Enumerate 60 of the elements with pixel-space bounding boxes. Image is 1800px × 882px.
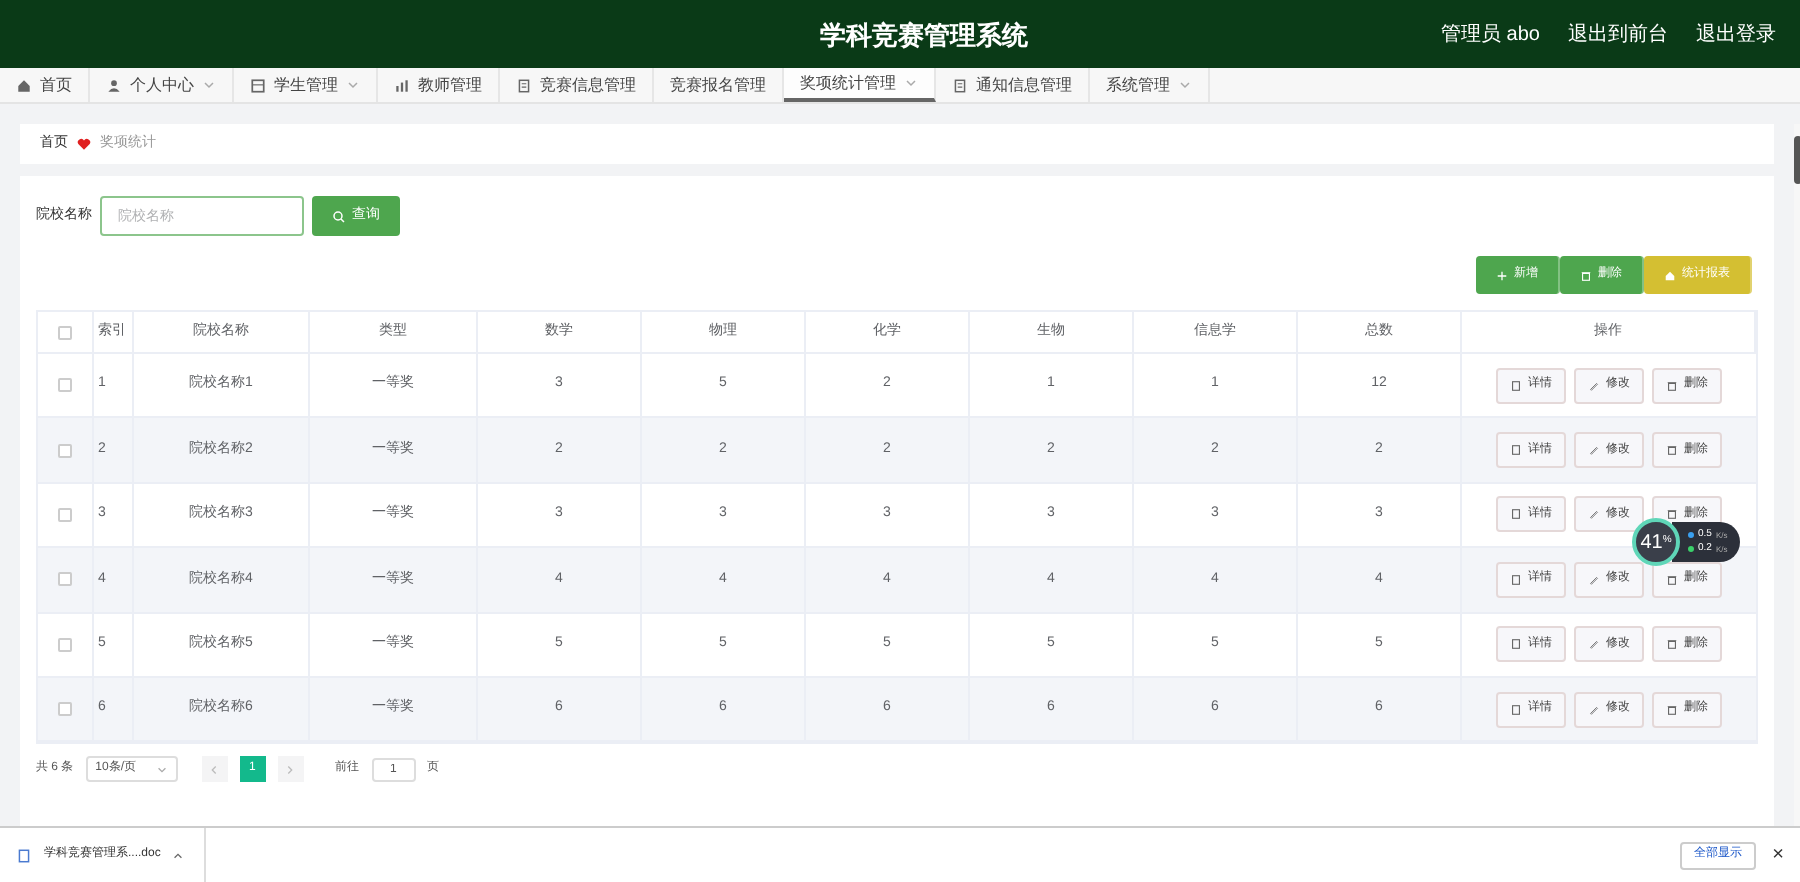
status-dot-icon [1688,532,1694,538]
bar-chart-icon [394,77,410,93]
list-icon [250,77,266,93]
app-title: 学科竞赛管理系统 [820,18,1028,54]
usage-percent: 41 [1640,529,1663,557]
document-icon [1510,379,1522,392]
heart-icon [76,136,92,152]
nav-tab[interactable]: 教师管理 [378,68,500,102]
trash-icon [1666,508,1678,521]
next-page-button[interactable] [277,756,304,783]
document-icon [1510,703,1522,716]
pencil-icon [1588,379,1600,392]
pencil-icon [1588,444,1600,457]
select-all-checkbox[interactable] [58,325,72,339]
previous-page-button[interactable] [201,756,228,783]
nav-tab[interactable]: 通知信息管理 [936,68,1090,102]
search-icon [332,209,346,223]
nav-tab[interactable]: 学生管理 [234,68,378,102]
document-icon [1510,573,1522,586]
trash-icon [1666,379,1678,392]
row-checkbox[interactable] [58,443,72,458]
chevron-left-icon [208,763,221,776]
chevron-right-icon [284,763,297,776]
logout-link[interactable]: 退出登录 [1696,19,1776,49]
chevron-down-icon [155,763,168,776]
document-icon [1510,508,1522,521]
row-checkbox[interactable] [58,378,72,393]
admin-username: 管理员 abo [1441,21,1540,49]
plus-icon [1496,269,1508,281]
close-button[interactable]: × [1756,840,1800,870]
pencil-icon [1588,508,1600,521]
nav-tab[interactable]: 竞赛信息管理 [500,68,654,102]
pencil-icon [1588,703,1600,716]
nav-tab[interactable]: 首页 [0,68,90,102]
trash-icon [1666,638,1678,651]
document-icon [1510,638,1522,651]
row-checkbox[interactable] [58,702,72,717]
nav-tab[interactable]: 个人中心 [90,68,234,102]
home-icon [16,77,32,93]
row-checkbox[interactable] [58,637,72,652]
trash-icon [1580,269,1592,281]
status-dot-icon [1688,546,1694,552]
document-icon [1510,444,1522,457]
nav-tab[interactable]: 奖项统计管理 [784,68,936,102]
scrollbar-thumb[interactable] [1794,136,1800,184]
row-checkbox[interactable] [58,507,72,522]
document-icon [952,77,968,93]
pencil-icon [1588,573,1600,586]
logout-link[interactable]: 退出到前台 [1568,19,1668,49]
row-checkbox[interactable] [58,572,72,587]
document-icon [16,847,32,863]
trash-icon [1666,703,1678,716]
user-icon [106,77,122,93]
trash-icon [1666,444,1678,457]
nav-tab[interactable]: 系统管理 [1090,68,1210,102]
pencil-icon [1588,638,1600,651]
chevron-up-icon [172,849,185,861]
document-icon [516,77,532,93]
trash-icon [1666,573,1678,586]
house-icon [1664,269,1676,281]
